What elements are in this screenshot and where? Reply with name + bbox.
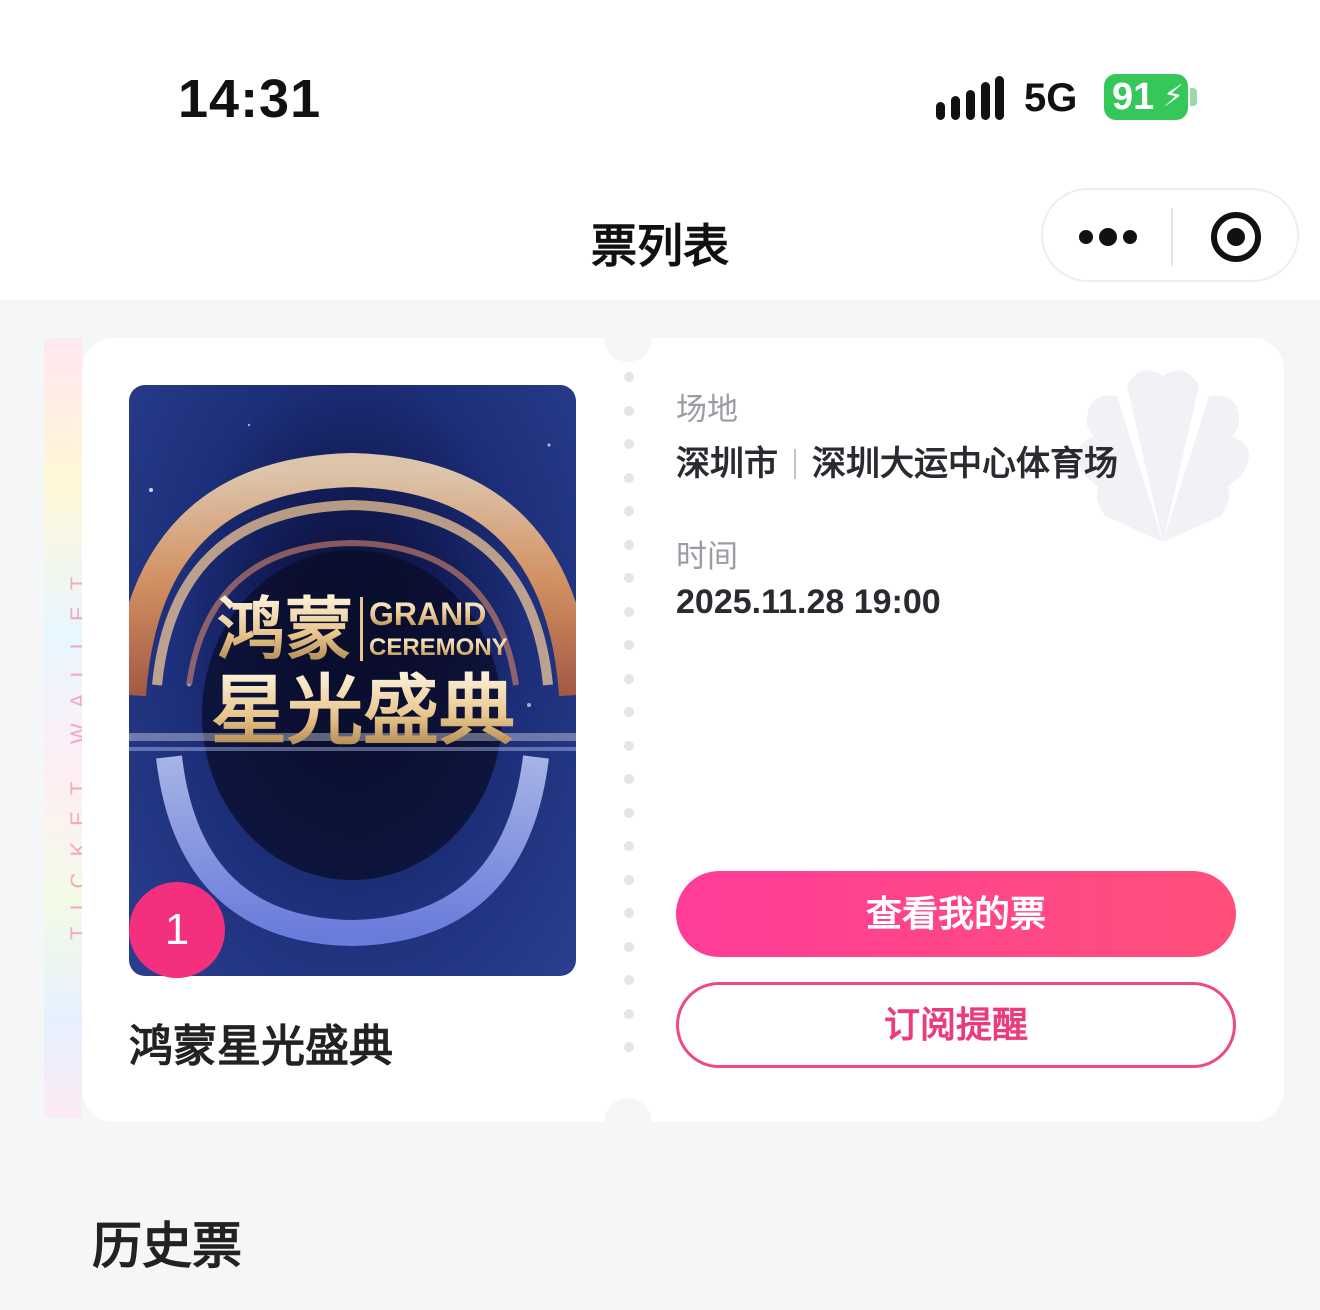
history-tickets-title: 历史票 — [92, 1218, 242, 1274]
perforation-dot — [624, 774, 634, 784]
perforation-dot — [624, 372, 634, 382]
venue-value: 深圳市 深圳大运中心体育场 — [676, 436, 1118, 485]
perforation-dot — [624, 539, 634, 550]
perforation-dot — [624, 472, 634, 483]
ticket-notch-top — [604, 314, 652, 362]
capsule-divider — [1171, 208, 1173, 266]
more-dots-icon[interactable] — [1079, 228, 1139, 246]
perforation-dot — [624, 941, 634, 952]
charging-bolt-icon: ⚡ — [1162, 80, 1184, 113]
perforation-dot — [624, 908, 634, 918]
venue-label: 场地 — [676, 392, 738, 427]
event-name: 鸿蒙星光盛典 — [129, 1022, 393, 1071]
mini-program-capsule — [1041, 188, 1299, 282]
perforation-dot — [624, 439, 634, 449]
perforation-dot — [624, 707, 634, 717]
poster-title-cn-2: 星光盛典 — [211, 669, 515, 754]
ticket-count-badge: 1 — [129, 882, 225, 978]
battery-icon: 91 ⚡ — [1104, 74, 1188, 120]
view-my-ticket-button[interactable]: 查看我的票 — [676, 871, 1236, 957]
perforation-dot — [624, 740, 634, 751]
perforation-dot — [624, 405, 634, 416]
perforation-dot — [624, 506, 634, 516]
perforation-dot — [624, 673, 634, 684]
poster-title-en-2: CEREMONY — [369, 634, 508, 661]
battery-level: 91 — [1112, 76, 1155, 118]
poster-title-cn-1: 鸿蒙 — [217, 592, 353, 668]
network-type: 5G — [1024, 76, 1078, 120]
perforation-dot — [624, 640, 634, 650]
perforation-dot — [624, 807, 634, 818]
venue-separator — [794, 449, 796, 479]
ticket-notch-bottom — [604, 1098, 652, 1146]
time-label: 时间 — [676, 539, 738, 574]
battery-cap — [1190, 88, 1197, 106]
venue-city: 深圳市 — [676, 445, 778, 483]
poster-title-en-1: GRAND — [369, 596, 486, 632]
perforation-dot — [624, 606, 634, 617]
top-bar: 14:31 5G 91 ⚡ 票列表 — [0, 0, 1320, 300]
subscribe-reminder-button[interactable]: 订阅提醒 — [676, 982, 1236, 1068]
perforation-dot — [624, 874, 634, 885]
perforation-line — [624, 372, 634, 1092]
perforation-dot — [624, 573, 634, 583]
perforation-dot — [624, 841, 634, 851]
time-value: 2025.11.28 19:00 — [676, 583, 941, 621]
status-time: 14:31 — [178, 69, 322, 129]
target-circle-icon[interactable] — [1211, 212, 1261, 262]
venue-name: 深圳大运中心体育场 — [812, 445, 1118, 483]
perforation-dot — [624, 975, 634, 985]
perforation-dot — [624, 1042, 634, 1052]
signal-icon — [936, 76, 1004, 120]
perforation-dot — [624, 1008, 634, 1019]
